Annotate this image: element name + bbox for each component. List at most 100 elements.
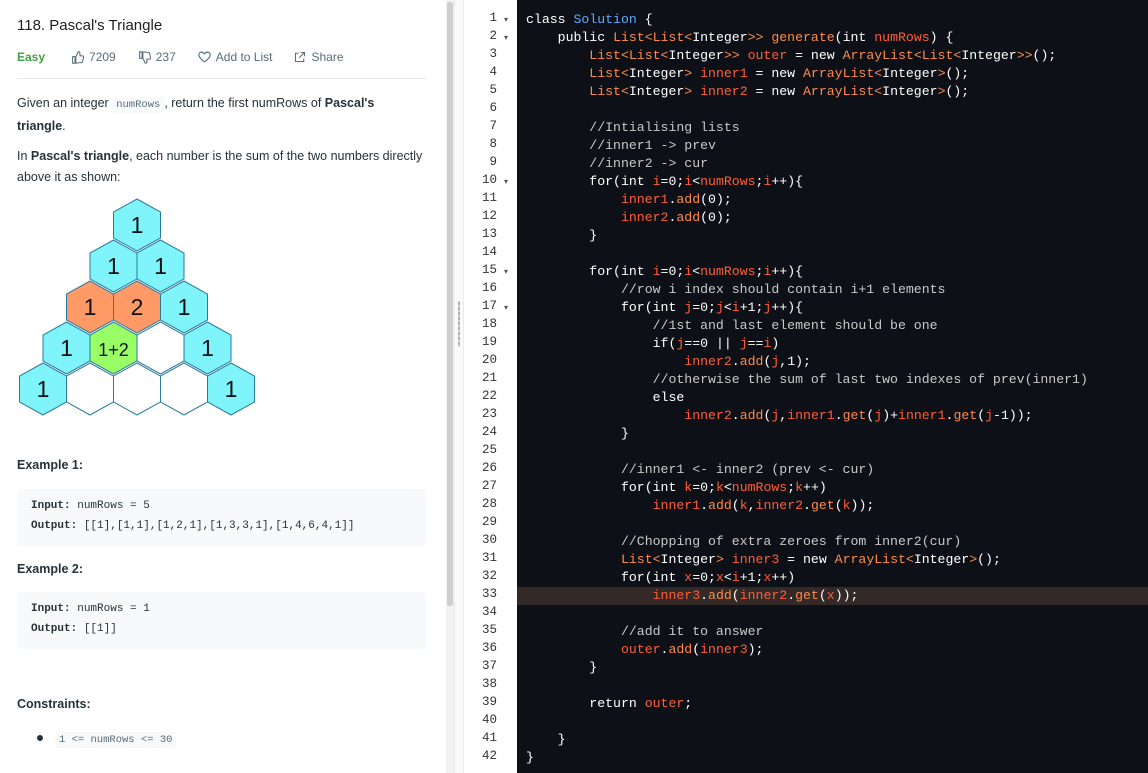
code-line[interactable]: } <box>526 731 566 749</box>
code-line[interactable]: outer.add(inner3); <box>526 641 764 659</box>
code-line[interactable]: } <box>526 425 629 443</box>
code-line[interactable]: inner2.add(0); <box>526 209 732 227</box>
example-1-box: Input: numRows = 5 Output: [[1],[1,1],[1… <box>17 489 426 546</box>
code-token: ++){ <box>771 264 804 279</box>
code-line[interactable]: } <box>526 227 597 245</box>
line-number: 17 <box>481 299 497 313</box>
code-line[interactable]: return outer; <box>526 695 692 713</box>
line-number: 37 <box>481 659 497 673</box>
code-line[interactable]: //inner2 -> cur <box>526 155 708 173</box>
code-line[interactable]: for(int i=0;i<numRows;i++){ <box>526 263 803 281</box>
add-to-list-button[interactable]: Add to List <box>198 50 272 64</box>
code-token: generate <box>771 30 835 45</box>
code-line[interactable]: //row i index should contain i+1 element… <box>526 281 945 299</box>
triangle-cell-label: 1+2 <box>98 340 129 360</box>
code-line[interactable]: //Chopping of extra zeroes from inner2(c… <box>526 533 961 551</box>
code-line[interactable]: if(j==0 || j==i) <box>526 335 780 353</box>
triangle-cell-label: 1 <box>201 335 214 361</box>
code-line[interactable]: inner1.add(0); <box>526 191 732 209</box>
code-token: ArrayList<List< <box>842 48 962 63</box>
code-token: add <box>676 192 701 207</box>
code-line[interactable]: for(int x=0;x<i+1;x++) <box>526 569 795 587</box>
code-token: ( <box>731 498 740 513</box>
dislike-button[interactable]: 237 <box>138 50 176 64</box>
code-token: inner3 <box>526 588 701 603</box>
code-token: k <box>739 498 748 513</box>
code-line[interactable]: List<List<Integer>> outer = new ArrayLis… <box>526 47 1056 65</box>
code-token: (); <box>945 84 970 99</box>
code-token: get <box>842 408 867 423</box>
code-line[interactable]: //Intialising lists <box>526 119 740 137</box>
like-button[interactable]: 7209 <box>71 50 116 64</box>
code-token: j <box>874 408 883 423</box>
code-line[interactable]: else <box>526 389 685 407</box>
code-token: < <box>692 174 701 189</box>
code-token: = new <box>747 66 804 81</box>
code-token: List< <box>526 552 661 567</box>
fold-arrow-icon[interactable]: ▾ <box>504 33 508 42</box>
code-token: k <box>842 498 851 513</box>
code-line[interactable]: List<Integer> inner1 = new ArrayList<Int… <box>526 65 969 83</box>
code-line[interactable]: //1st and last element should be one <box>526 317 938 335</box>
description-panel: 118. Pascal's Triangle Easy 7209 237 Add… <box>0 0 446 773</box>
code-token: ++) <box>803 480 827 495</box>
code-token: outer <box>526 642 661 657</box>
code-token: k <box>684 480 693 495</box>
code-line[interactable]: inner1.add(k,inner2.get(k)); <box>526 497 875 515</box>
problem-meta-bar: Easy 7209 237 Add to List Share <box>17 49 366 65</box>
code-line[interactable]: for(int k=0;k<numRows;k++) <box>526 479 827 497</box>
line-number: 4 <box>489 65 497 79</box>
code-token: >> <box>747 30 772 45</box>
text: . <box>62 119 66 133</box>
code-line[interactable]: class Solution { <box>526 11 653 29</box>
code-token: < <box>723 480 732 495</box>
line-number: 19 <box>481 335 497 349</box>
pascal-triangle-image: 11 11 2 11 1+2 11 1 <box>19 198 255 416</box>
pane-resize-handle[interactable] <box>454 0 464 773</box>
code-token: > <box>969 552 978 567</box>
code-line[interactable]: inner2.add(j,1); <box>526 353 811 371</box>
code-token: } <box>526 228 598 243</box>
line-number: 40 <box>481 713 497 727</box>
code-token: //Intialising lists <box>526 120 740 135</box>
code-token: j <box>985 408 994 423</box>
code-token: for(int <box>526 570 685 585</box>
fold-arrow-icon[interactable]: ▾ <box>504 267 508 276</box>
code-line[interactable]: List<Integer> inner2 = new ArrayList<Int… <box>526 83 969 101</box>
fold-arrow-icon[interactable]: ▾ <box>504 303 508 312</box>
line-number: 34 <box>481 605 497 619</box>
scrollbar-thumb[interactable] <box>447 2 453 606</box>
code-token: ( <box>731 588 740 603</box>
line-number: 3 <box>489 47 497 61</box>
code-line[interactable]: } <box>526 659 597 677</box>
code-token: add <box>676 210 701 225</box>
code-editor[interactable]: class Solution { public List<List<Intege… <box>517 0 1148 773</box>
code-line[interactable]: for(int j=0;j<i+1;j++){ <box>526 299 803 317</box>
code-line[interactable]: inner2.add(j,inner1.get(j)+inner1.get(j-… <box>526 407 1032 425</box>
code-line[interactable]: //add it to answer <box>526 623 763 641</box>
input-label: Input: <box>31 500 71 512</box>
fold-arrow-icon[interactable]: ▾ <box>504 177 508 186</box>
code-line[interactable]: for(int i=0;i<numRows;i++){ <box>526 173 803 191</box>
code-line[interactable]: //inner1 -> prev <box>526 137 716 155</box>
line-number: 15 <box>481 263 497 277</box>
text: , return the first numRows of <box>164 96 325 110</box>
code-line[interactable]: inner3.add(inner2.get(x)); <box>526 587 859 605</box>
code-token: k <box>795 480 804 495</box>
code-line[interactable]: public List<List<Integer>> generate(int … <box>526 29 954 47</box>
code-token: . <box>700 588 709 603</box>
code-line[interactable]: } <box>526 749 534 767</box>
line-number: 16 <box>481 281 497 295</box>
code-token: public <box>526 30 614 45</box>
difficulty-badge: Easy <box>17 50 46 64</box>
output-label: Output: <box>31 520 78 532</box>
code-line[interactable]: List<Integer> inner3 = new ArrayList<Int… <box>526 551 1001 569</box>
example-2-box: Input: numRows = 1 Output: [[1]] <box>17 592 426 649</box>
code-line[interactable]: //inner1 <- inner2 (prev <- cur) <box>526 461 874 479</box>
code-token: >> <box>1016 48 1033 63</box>
fold-arrow-icon[interactable]: ▾ <box>504 15 508 24</box>
code-token: )); <box>834 588 859 603</box>
drag-handle-icon <box>458 301 460 347</box>
code-line[interactable]: //otherwise the sum of last two indexes … <box>526 371 1088 389</box>
share-button[interactable]: Share <box>294 50 344 64</box>
